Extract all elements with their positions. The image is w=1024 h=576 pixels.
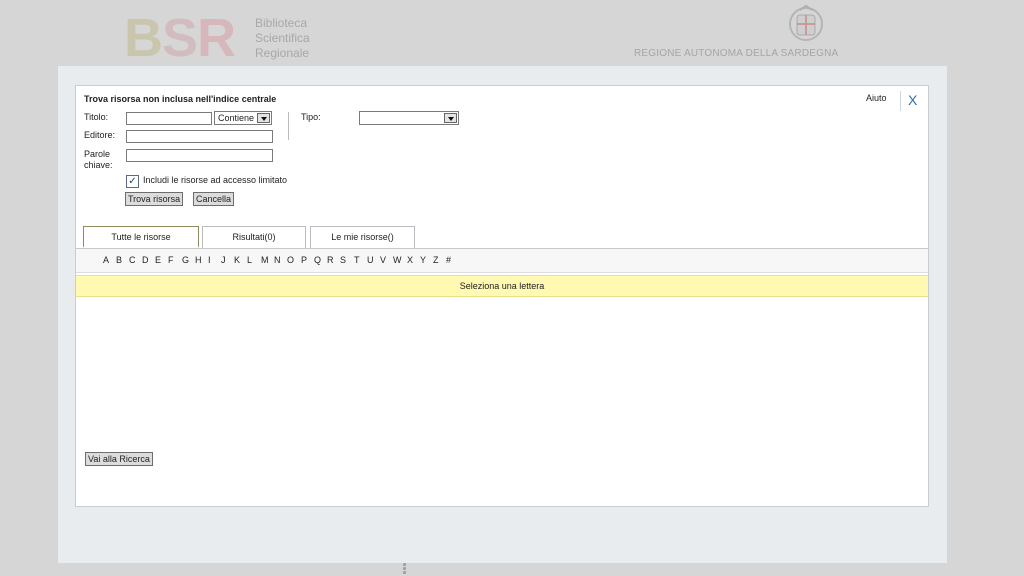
letter-link[interactable]: X [407,255,413,265]
letter-link[interactable]: U [367,255,374,265]
logo-letter-s: S [162,8,198,68]
go-to-search-button[interactable]: Vai alla Ricerca [85,452,153,466]
title-label: Titolo: [84,112,109,122]
letter-link[interactable]: W [393,255,402,265]
letter-link[interactable]: E [155,255,161,265]
letter-link[interactable]: J [221,255,226,265]
letter-link[interactable]: K [234,255,240,265]
region-name: REGIONE AUTONOMA DELLA SARDEGNA [634,48,839,59]
letter-link[interactable]: Q [314,255,321,265]
letter-link[interactable]: F [168,255,174,265]
keywords-label: Parole chiave: [84,149,113,171]
letter-link[interactable]: A [103,255,109,265]
type-label: Tipo: [301,112,321,122]
dialog-title: Trova risorsa non inclusa nell'indice ce… [84,94,277,104]
find-resource-button[interactable]: Trova risorsa [125,192,184,206]
chevron-down-icon[interactable] [444,113,457,123]
restricted-access-checkbox[interactable]: ✓ [126,175,139,188]
select-letter-notice: Seleziona una lettera [76,275,928,297]
resize-handle-icon[interactable] [403,563,407,576]
tab-my-resources[interactable]: Le mie risorse() [310,226,415,248]
coat-of-arms-icon [789,4,823,41]
letter-link[interactable]: D [142,255,149,265]
restricted-access-label: Includi le risorse ad accesso limitato [143,175,288,185]
type-select[interactable] [359,111,459,125]
letter-link[interactable]: T [354,255,360,265]
logo-line-3: Regionale [255,46,310,60]
letter-link[interactable]: Z [433,255,439,265]
tab-all-resources[interactable]: Tutte le risorse [83,226,199,248]
keywords-label-line-2: chiave: [84,160,113,170]
title-input[interactable] [126,112,212,125]
letter-link[interactable]: G [182,255,189,265]
letter-link[interactable]: M [261,255,269,265]
close-icon[interactable]: X [908,92,917,108]
logo-subtitle: Biblioteca Scientifica Regionale [255,16,310,61]
publisher-input[interactable] [126,130,273,143]
match-type-value: Contiene [218,113,255,123]
letter-link[interactable]: P [301,255,307,265]
site-header: BSR Biblioteca Scientifica Regionale REG… [0,0,1024,66]
letter-link[interactable]: L [247,255,252,265]
letter-link[interactable]: Y [420,255,426,265]
help-link[interactable]: Aiuto [866,93,887,103]
tab-results[interactable]: Risultati(0) [202,226,306,248]
logo-line-1: Biblioteca [255,16,308,30]
letter-link[interactable]: S [340,255,346,265]
find-resource-dialog: Trova risorsa non inclusa nell'indice ce… [75,85,929,507]
letter-link[interactable]: B [116,255,122,265]
alphabet-bar: A B C D E F G H I J K L M N O P Q R S T U V W X Y Z # [76,249,928,273]
letter-link[interactable]: I [208,255,211,265]
letter-link[interactable]: V [380,255,386,265]
letter-link[interactable]: N [274,255,281,265]
letter-link[interactable]: H [195,255,202,265]
letter-link[interactable]: O [287,255,294,265]
letter-link[interactable]: R [327,255,334,265]
cancel-button[interactable]: Cancella [193,192,235,206]
letter-link[interactable]: # [446,255,451,265]
letter-link[interactable]: C [129,255,136,265]
bsr-logo[interactable]: BSR [124,11,236,65]
close-divider [900,91,901,111]
keywords-label-line-1: Parole [84,149,111,159]
keywords-input[interactable] [126,149,273,162]
logo-letter-r: R [197,8,236,68]
publisher-label: Editore: [84,130,116,140]
chevron-down-icon[interactable] [257,113,270,123]
form-divider [288,112,289,140]
match-type-select[interactable]: Contiene [214,111,272,125]
logo-letter-b: B [124,8,163,68]
logo-line-2: Scientifica [255,31,310,45]
